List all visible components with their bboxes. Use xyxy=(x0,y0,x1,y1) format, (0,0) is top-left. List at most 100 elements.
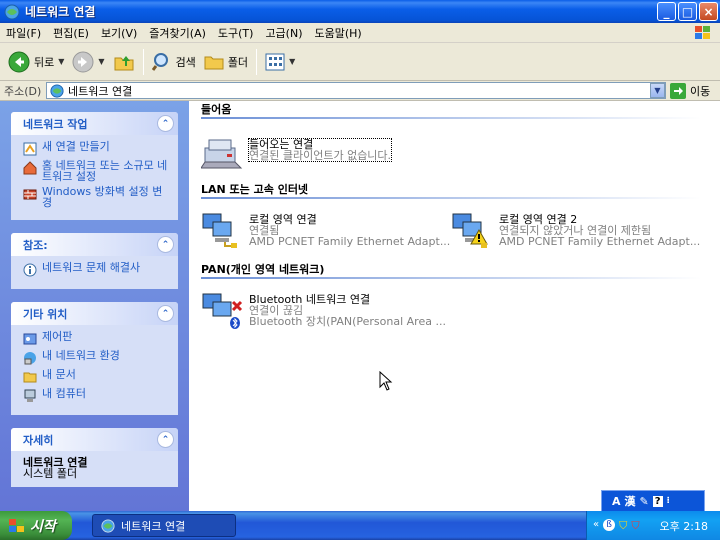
connection-item[interactable]: 들어오는 연결 연결된 클라이언트가 없습니다. xyxy=(201,125,451,175)
connection-item[interactable]: 로컬 영역 연결 연결됨 AMD PCNET Family Ethernet A… xyxy=(201,205,451,255)
options-icon[interactable]: ⁝ xyxy=(667,496,670,506)
address-dropdown-button[interactable]: ▼ xyxy=(650,83,665,98)
address-input[interactable]: 네트워크 연결 ▼ xyxy=(46,82,666,99)
bluetooth-connection-icon xyxy=(202,293,243,329)
network-connections-icon xyxy=(50,83,64,98)
menu-view[interactable]: 보기(V) xyxy=(95,25,143,41)
search-label: 검색 xyxy=(175,55,196,69)
views-icon xyxy=(265,53,285,70)
chevron-down-icon[interactable]: ▼ xyxy=(289,57,295,66)
up-folder-button[interactable] xyxy=(109,47,139,77)
search-icon xyxy=(151,52,168,71)
menu-advanced[interactable]: 고급(N) xyxy=(259,25,308,41)
help-icon[interactable]: ? xyxy=(652,495,663,507)
place-control-panel[interactable]: 제어판 xyxy=(23,331,170,346)
task-firewall[interactable]: Windows 방화벽 설정 변경 xyxy=(23,186,170,208)
menu-help[interactable]: 도움말(H) xyxy=(309,25,368,41)
forward-arrow-icon xyxy=(72,51,94,72)
address-label: 주소(D) xyxy=(4,84,42,98)
title-bar[interactable]: 네트워크 연결 _ □ × xyxy=(0,0,720,23)
details-header[interactable]: 자세히 ⌃ xyxy=(11,428,178,451)
search-button[interactable]: 검색 xyxy=(148,47,200,77)
see-also-panel: 참조: ⌃ 네트워크 문제 해결사 xyxy=(11,233,178,289)
collapse-icon[interactable]: ⌃ xyxy=(157,305,174,322)
task-troubleshooter[interactable]: 네트워크 문제 해결사 xyxy=(23,262,170,277)
folder-icon xyxy=(204,56,224,69)
task-label: 홈 네트워크 또는 소규모 네트워크 설정 xyxy=(42,159,168,183)
go-button[interactable]: 이동 xyxy=(670,82,711,99)
taskbar-window-button[interactable]: 네트워크 연결 xyxy=(92,514,236,537)
maximize-button[interactable]: □ xyxy=(678,2,697,21)
group-divider xyxy=(201,117,701,119)
minimize-button[interactable]: _ xyxy=(657,2,676,21)
panel-title: 네트워크 작업 xyxy=(23,117,88,131)
views-button[interactable]: ▼ xyxy=(261,47,299,77)
details-panel: 자세히 ⌃ 네트워크 연결 시스템 폴더 xyxy=(11,428,178,487)
see-also-header[interactable]: 참조: ⌃ xyxy=(11,233,178,256)
collapse-icon[interactable]: ⌃ xyxy=(157,115,174,132)
connection-name: 로컬 영역 연결 xyxy=(249,212,317,226)
chevron-down-icon[interactable]: ▼ xyxy=(98,57,104,66)
up-folder-icon xyxy=(114,55,134,70)
connection-item[interactable]: Bluetooth 네트워크 연결 연결이 끊김 Bluetooth 장치(PA… xyxy=(201,285,451,335)
language-bar[interactable]: A 漢 ✎ ? ⁝ xyxy=(601,490,705,512)
info-icon xyxy=(23,263,37,277)
group-divider xyxy=(201,277,701,279)
ime-pad-icon[interactable]: ✎ xyxy=(640,495,649,508)
menu-file[interactable]: 파일(F) xyxy=(0,25,47,41)
menu-tools[interactable]: 도구(T) xyxy=(212,25,260,41)
new-connection-icon xyxy=(23,142,37,156)
hanja-toggle[interactable]: 漢 xyxy=(625,493,636,509)
connection-device: AMD PCNET Family Ethernet Adapt... xyxy=(249,234,451,248)
forward-button[interactable]: ▼ xyxy=(68,47,108,77)
place-label: 내 컴퓨터 xyxy=(42,387,86,400)
security-center-icon[interactable]: ⛉ xyxy=(631,519,639,533)
start-button[interactable]: 시작 xyxy=(0,511,72,540)
group-title-incoming: 들어옴 xyxy=(201,103,232,116)
connection-status: 연결된 클라이언트가 없습니다. xyxy=(249,149,392,162)
toolbar-separator xyxy=(256,48,258,75)
menu-edit[interactable]: 편집(E) xyxy=(47,25,95,41)
back-label: 뒤로 xyxy=(34,55,55,69)
back-button[interactable]: 뒤로 ▼ xyxy=(4,47,68,77)
collapse-icon[interactable]: ⌃ xyxy=(157,431,174,448)
incoming-connection-icon xyxy=(201,139,243,169)
place-my-network[interactable]: 내 네트워크 환경 xyxy=(23,350,170,365)
address-bar: 주소(D) 네트워크 연결 ▼ 이동 xyxy=(0,81,720,101)
windows-logo-icon xyxy=(9,518,24,532)
system-tray: « ß ⛉ ⛉ 오후 2:18 xyxy=(586,511,720,540)
my-computer-icon xyxy=(24,389,36,402)
network-places-icon xyxy=(24,352,36,365)
place-my-documents[interactable]: 내 문서 xyxy=(23,369,170,384)
connection-item[interactable]: 로컬 영역 연결 2 연결되지 않았거나 연결이 제한됨 AMD PCNET F… xyxy=(451,205,701,255)
network-connections-icon xyxy=(101,518,115,533)
control-panel-icon xyxy=(23,333,37,345)
connection-status: 연결됨 xyxy=(249,223,280,237)
place-my-computer[interactable]: 내 컴퓨터 xyxy=(23,388,170,403)
panel-title: 자세히 xyxy=(23,433,54,447)
address-value: 네트워크 연결 xyxy=(68,84,133,98)
main-area: 네트워크 작업 ⌃ 새 연결 만들기 홈 네트워크 또는 소규모 네트워크 설정… xyxy=(0,101,720,511)
go-label: 이동 xyxy=(690,84,711,98)
menu-favorites[interactable]: 즐겨찾기(A) xyxy=(143,25,212,41)
folders-button[interactable]: 폴더 xyxy=(200,47,252,77)
other-places-header[interactable]: 기타 위치 ⌃ xyxy=(11,302,178,325)
task-new-connection[interactable]: 새 연결 만들기 xyxy=(23,141,170,156)
lan-connection-warning-icon xyxy=(452,213,488,248)
chevron-down-icon[interactable]: ▼ xyxy=(58,57,64,66)
security-warning-icon[interactable]: ⛉ xyxy=(619,519,627,533)
connection-status: 연결되지 않았거나 연결이 제한됨 xyxy=(499,223,652,237)
network-tasks-header[interactable]: 네트워크 작업 ⌃ xyxy=(11,112,178,135)
show-hidden-icons-button[interactable]: « xyxy=(593,519,599,533)
connection-name: Bluetooth 네트워크 연결 xyxy=(249,292,371,306)
window-title: 네트워크 연결 xyxy=(25,5,96,19)
clock[interactable]: 오후 2:18 xyxy=(660,518,708,534)
toolbar-separator xyxy=(142,48,144,75)
close-button[interactable]: × xyxy=(699,2,718,21)
firewall-icon xyxy=(23,189,37,200)
input-mode[interactable]: A xyxy=(612,495,621,508)
task-label: Windows 방화벽 설정 변경 xyxy=(42,185,163,209)
collapse-icon[interactable]: ⌃ xyxy=(157,236,174,253)
bluetooth-tray-icon[interactable]: ß xyxy=(603,518,616,531)
task-home-network[interactable]: 홈 네트워크 또는 소규모 네트워크 설정 xyxy=(23,160,170,182)
